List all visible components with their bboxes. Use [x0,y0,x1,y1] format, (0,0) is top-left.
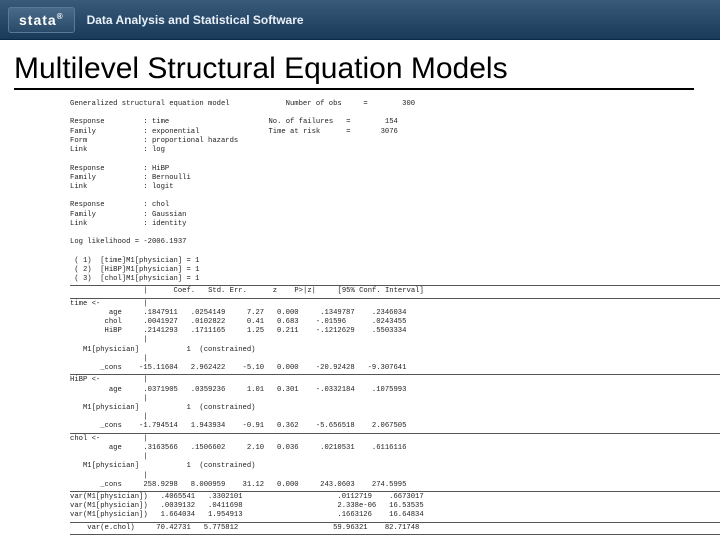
row-var3: var(M1[physician]) 1.664034 1.954913 .16… [70,511,424,519]
nobs-value: 300 [402,100,415,108]
row-cons-hibp: _cons -1.794514 1.943934 -0.91 0.362 -5.… [70,422,406,430]
resp1-value: : time [143,118,169,126]
resp1-label: Response [70,118,105,126]
fam2-value: : Bernoulli [143,174,190,182]
fam3-value: : Gaussian [143,211,186,219]
hdr-p: P>|z| [294,287,316,295]
row-age-time: age .1847911 .0254149 7.27 0.000 .134978… [70,309,406,317]
ll-label: Log likelihood = [70,238,143,246]
table-rule-6 [70,522,720,523]
hdr-coef: Coef. [174,287,196,295]
resp3-label: Response [70,201,105,209]
hdr-z: z [273,287,277,295]
row-cons-time: _cons -15.11604 2.962422 -5.10 0.000 -20… [70,364,406,372]
table-rule-4 [70,433,720,434]
table-rule [70,285,720,286]
fam3-label: Family [70,211,96,219]
trisk-label: Time at risk [268,128,320,136]
link1-label: Link [70,146,87,154]
trisk-value: 3076 [381,128,398,136]
logo-registered: ® [57,12,64,21]
table-rule-2 [70,298,720,299]
row-vare: var(e.chol) 70.42731 5.775812 59.96321 8… [70,524,419,532]
link2-value: : logit [143,183,173,191]
row-age-chol: age .3163566 .1506602 2.10 0.036 .021053… [70,444,406,452]
ll-value: -2006.1937 [143,238,186,246]
section-hibp: HiBP <- [70,376,100,384]
form1-value: : proportional hazards [143,137,238,145]
form1-label: Form [70,137,87,145]
tagline-text: Data Analysis and Statistical Software [87,13,304,27]
link3-value: : identity [143,220,186,228]
fam1-value: : exponential [143,128,199,136]
row-chol-time: chol .0041927 .0102822 0.41 0.683 -.0159… [70,318,406,326]
resp3-value: : chol [143,201,169,209]
logo-text: stata [19,12,57,28]
nobs-label: Number of obs [286,100,342,108]
constraint-3: ( 3) [chol]M1[physician] = 1 [70,275,199,283]
row-mphys-chol: M1[physician] 1 (constrained) [83,462,256,470]
section-chol: chol <- [70,435,100,443]
table-rule-7 [70,534,720,535]
row-mphys-hibp: M1[physician] 1 (constrained) [83,404,256,412]
fam2-label: Family [70,174,96,182]
model-title: Generalized structural equation model [70,100,230,108]
slide-title: Multilevel Structural Equation Models [14,52,694,90]
stata-output: Generalized structural equation model Nu… [70,100,720,535]
resp2-value: : HiBP [143,165,169,173]
link2-label: Link [70,183,87,191]
table-rule-5 [70,491,720,492]
fam1-label: Family [70,128,96,136]
row-var2: var(M1[physician]) .0039132 .0411698 2.3… [70,502,424,510]
row-var1: var(M1[physician]) .4065541 .3302101 .01… [70,493,424,501]
nfail-value: 154 [385,118,398,126]
hdr-se: Std. Err. [208,287,247,295]
row-cons-chol: _cons 258.9298 8.000959 31.12 0.000 243.… [70,481,406,489]
link1-value: : log [143,146,165,154]
row-hibp-time: HiBP .2141293 .1711165 1.25 0.211 -.1212… [70,327,406,335]
resp2-label: Response [70,165,105,173]
row-age-hibp: age .0371905 .0359236 1.01 0.301 -.03321… [70,386,406,394]
hdr-ci: [95% Conf. Interval] [338,287,424,295]
table-rule-3 [70,374,720,375]
constraint-1: ( 1) [time]M1[physician] = 1 [70,257,199,265]
section-time: time <- [70,300,100,308]
nfail-label: No. of failures [268,118,333,126]
row-mphys-time: M1[physician] 1 (constrained) [83,346,256,354]
constraint-2: ( 2) [HiBP]M1[physician] = 1 [70,266,199,274]
link3-label: Link [70,220,87,228]
stata-logo: stata® [8,7,75,33]
app-header: stata® Data Analysis and Statistical Sof… [0,0,720,40]
